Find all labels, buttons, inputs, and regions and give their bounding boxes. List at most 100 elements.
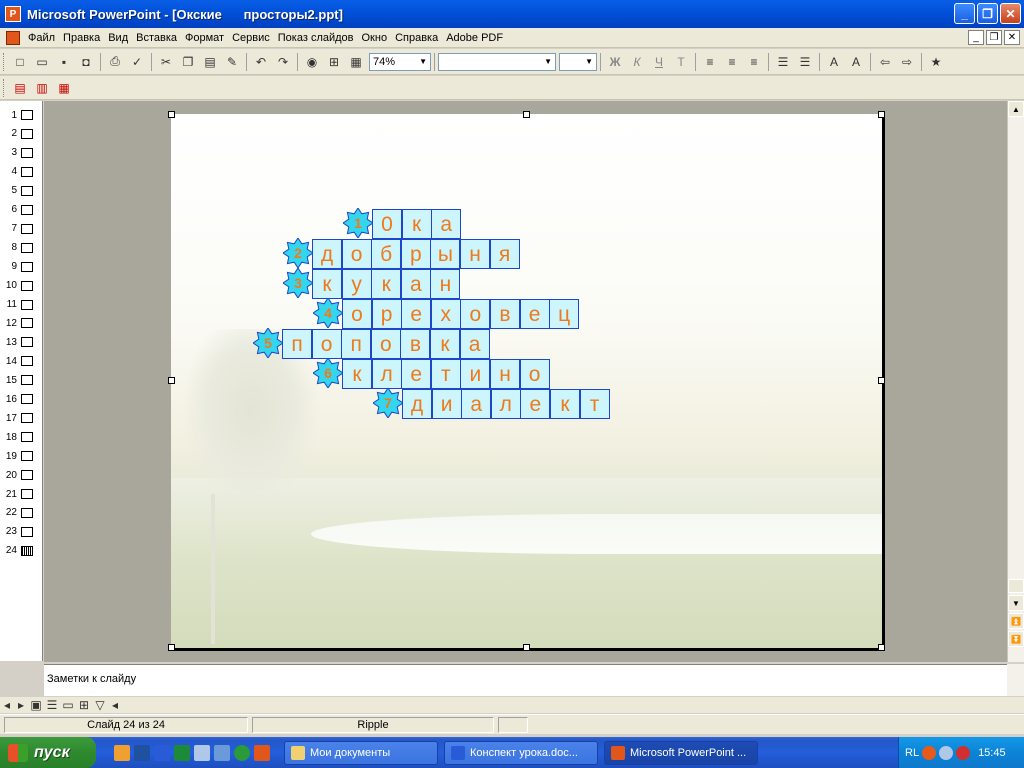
crossword-cell[interactable]: у [341, 269, 372, 299]
selection-handle[interactable] [523, 644, 530, 651]
slide-list-item[interactable]: 1 [3, 106, 41, 124]
crossword-cell[interactable]: н [490, 359, 520, 389]
word-icon[interactable] [154, 744, 170, 761]
menu-slideshow[interactable]: Показ слайдов [274, 32, 358, 44]
redo-icon[interactable]: ↷ [272, 52, 294, 72]
font-size-combo[interactable]: ▼ [559, 52, 597, 71]
notes-scrollbar[interactable] [1007, 664, 1024, 696]
menu-window[interactable]: Окно [358, 32, 392, 44]
insert-table-icon[interactable]: ▦ [345, 52, 367, 72]
menu-view[interactable]: Вид [104, 32, 132, 44]
scroll-right-icon[interactable]: ▸ [14, 695, 28, 715]
crossword-cell[interactable]: в [400, 329, 431, 359]
powerpoint-app-icon[interactable]: P [5, 6, 21, 22]
crossword-cell[interactable]: о [311, 329, 342, 359]
selection-handle[interactable] [523, 111, 530, 118]
crossword-cell[interactable]: 0 [372, 209, 402, 239]
crossword-cell[interactable]: н [460, 239, 490, 269]
crossword-cell[interactable]: о [341, 239, 372, 269]
restore-button[interactable]: ❐ [977, 3, 998, 24]
crossword-cell[interactable]: т [430, 359, 461, 389]
slide-list-item[interactable]: 5 [3, 182, 41, 200]
slide-list-item[interactable]: 20 [3, 466, 41, 484]
crossword-cell[interactable]: о [370, 329, 401, 359]
arrow-right-icon[interactable]: ⇨ [896, 52, 918, 72]
bullets-icon[interactable]: ☰ [794, 52, 816, 72]
scroll-up-icon[interactable]: ▲ [1008, 101, 1024, 117]
menu-file[interactable]: Файл [24, 32, 59, 44]
pdf-email-icon[interactable]: ▥ [31, 78, 53, 98]
toolbar-grip[interactable] [3, 52, 6, 71]
slide-list-item[interactable]: 14 [3, 352, 41, 370]
messenger-icon[interactable] [214, 744, 230, 761]
crossword-cell[interactable]: л [490, 389, 521, 419]
slide-list-item[interactable]: 8 [3, 239, 41, 257]
open-icon[interactable]: ▭ [31, 52, 53, 72]
crossword-cell[interactable]: в [490, 299, 520, 329]
scroll-left-icon[interactable]: ◂ [108, 695, 122, 715]
new-icon[interactable]: □ [9, 52, 31, 72]
decrease-font-icon[interactable]: A [845, 52, 867, 72]
align-right-icon[interactable]: ≡ [743, 52, 765, 72]
crossword-cell[interactable]: и [460, 359, 491, 389]
language-indicator[interactable]: RL [905, 747, 919, 759]
cut-icon[interactable]: ✂ [155, 52, 177, 72]
crossword-cell[interactable]: к [312, 269, 342, 299]
crossword-cell[interactable]: о [519, 359, 550, 389]
slide-list-item[interactable]: 3 [3, 144, 41, 162]
slide-list-item[interactable]: 16 [3, 390, 41, 408]
crossword-cell[interactable]: а [461, 389, 492, 419]
paste-icon[interactable]: ▤ [199, 52, 221, 72]
crossword-cell[interactable]: л [371, 359, 402, 389]
menu-insert[interactable]: Вставка [132, 32, 181, 44]
crossword-cell[interactable]: д [312, 239, 342, 269]
scroll-thumb[interactable] [1008, 579, 1024, 593]
crossword-cell[interactable]: а [431, 209, 462, 239]
crossword-cell[interactable]: р [371, 299, 402, 329]
spelling-icon[interactable]: ✓ [126, 52, 148, 72]
pdf-create-icon[interactable]: ▤ [9, 78, 31, 98]
bold-button[interactable]: Ж [604, 52, 626, 72]
task-my-documents[interactable]: Мои документы [284, 740, 438, 765]
menu-format[interactable]: Формат [181, 32, 228, 44]
normal-view-icon[interactable]: ▣ [28, 695, 44, 715]
shadow-button[interactable]: Т [670, 52, 692, 72]
network-icon[interactable] [939, 745, 954, 760]
crossword-cell[interactable]: п [341, 329, 372, 359]
task-word-document[interactable]: Конспект урока.doc... [444, 740, 598, 765]
toolbar-grip[interactable] [3, 78, 6, 97]
doc-minimize-button[interactable]: _ [968, 30, 984, 45]
excel-icon[interactable] [174, 744, 190, 761]
slide-list-item[interactable]: 13 [3, 333, 41, 351]
slide-list-item[interactable]: 2 [3, 125, 41, 143]
outline-view-icon[interactable]: ☰ [44, 695, 60, 715]
minimize-button[interactable]: _ [954, 3, 975, 24]
numbering-icon[interactable]: ☰ [772, 52, 794, 72]
hyperlink-icon[interactable]: ◉ [301, 52, 323, 72]
selection-handle[interactable] [168, 644, 175, 651]
scroll-down-icon[interactable]: ▼ [1008, 595, 1024, 611]
align-left-icon[interactable]: ≡ [699, 52, 721, 72]
crossword-cell[interactable]: о [342, 299, 372, 329]
crossword-cell[interactable]: х [430, 299, 461, 329]
print-icon[interactable]: ⎙ [104, 52, 126, 72]
close-button[interactable]: ✕ [1000, 3, 1021, 24]
copy-icon[interactable]: ❐ [177, 52, 199, 72]
crossword-cell[interactable]: е [520, 389, 551, 419]
task-powerpoint[interactable]: Microsoft PowerPoint ... [604, 740, 758, 765]
notes-pane[interactable]: Заметки к слайду [44, 664, 1007, 696]
menu-edit[interactable]: Правка [59, 32, 104, 44]
zoom-combo[interactable]: 74% ▼ [369, 52, 431, 71]
crossword-cell[interactable]: к [342, 359, 372, 389]
slideshow-icon[interactable]: ▽ [92, 695, 108, 715]
pdf-review-icon[interactable]: ▦ [53, 78, 75, 98]
slide-list-item[interactable]: 10 [3, 277, 41, 295]
slide-list-item[interactable]: 24 [3, 542, 41, 560]
crossword-cell[interactable]: д [402, 389, 432, 419]
crossword-cell[interactable]: е [519, 299, 550, 329]
slide-list-item[interactable]: 9 [3, 258, 41, 276]
menu-adobe-pdf[interactable]: Adobe PDF [442, 32, 507, 44]
menu-tools[interactable]: Сервис [228, 32, 274, 44]
slide-list-item[interactable]: 4 [3, 163, 41, 181]
slide-view-icon[interactable]: ▭ [60, 695, 76, 715]
